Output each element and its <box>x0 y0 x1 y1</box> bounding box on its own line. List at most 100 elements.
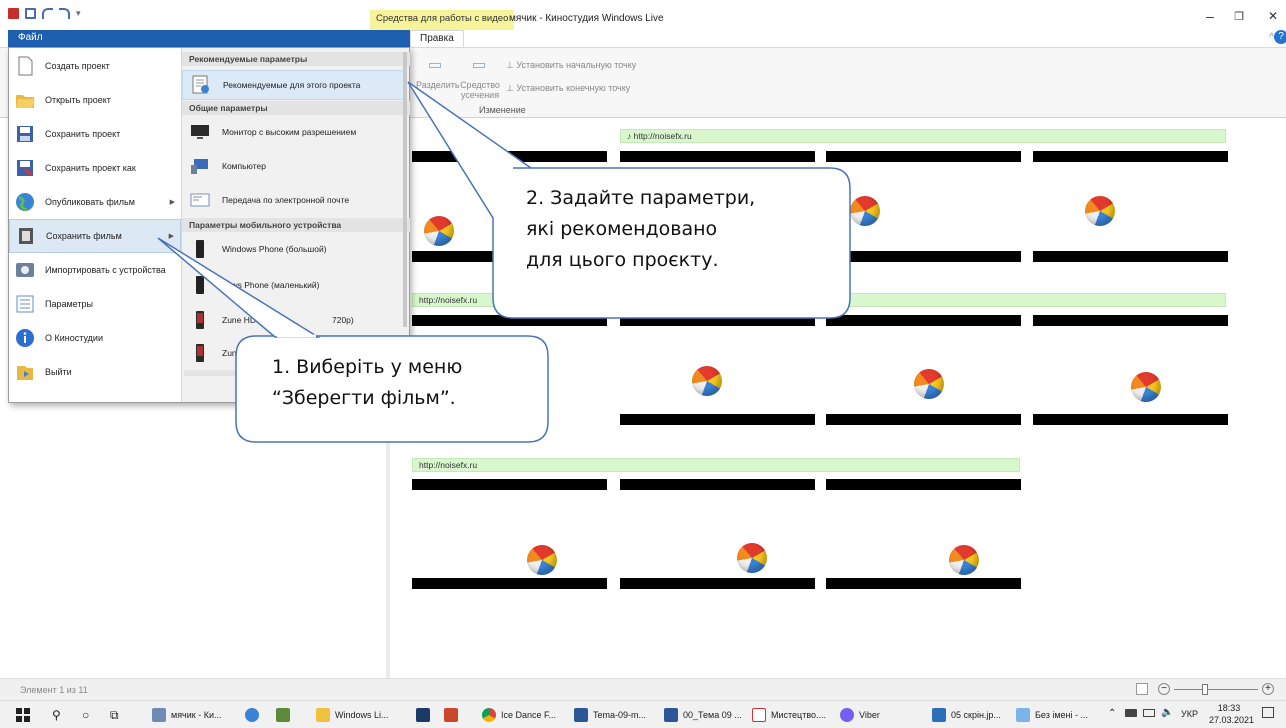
menu-item-publish-movie[interactable]: Опубликовать фильм ▶ <box>9 185 181 219</box>
tray-overflow-icon[interactable]: ⌃ <box>1108 708 1116 719</box>
task-view-icon[interactable]: ⧉ <box>110 707 119 723</box>
option-email[interactable]: Передача по электронной почте <box>182 185 406 215</box>
battery-icon[interactable] <box>1143 709 1155 717</box>
split-button[interactable]: Разделить <box>416 60 460 90</box>
video-clip[interactable] <box>826 315 1021 326</box>
video-clip[interactable] <box>1033 414 1228 425</box>
video-clip[interactable] <box>620 479 815 490</box>
taskbar-item-windows-live[interactable]: Windows Li... <box>316 707 389 723</box>
video-clip[interactable] <box>826 578 1021 589</box>
volume-icon[interactable]: 🔈 <box>1161 707 1173 718</box>
menu-item-save-project[interactable]: Сохранить проект <box>9 117 181 151</box>
taskbar-item-word-2[interactable]: 00_Тема 09 ... <box>664 707 742 723</box>
file-menu: Создать проект Открыть проект Сохранить … <box>8 47 410 403</box>
zoom-in-icon[interactable]: + <box>1262 683 1274 695</box>
option-computer[interactable]: Компьютер <box>182 151 406 181</box>
open-folder-icon <box>16 95 35 108</box>
option-windows-phone-large[interactable]: Windows Phone (большой) <box>182 234 406 264</box>
minimize-button[interactable]: – <box>1200 8 1220 24</box>
menu-item-about[interactable]: О Киностудии <box>9 321 181 355</box>
taskbar-item-image[interactable]: 05 скрін.jp... <box>932 707 1001 723</box>
redo-icon[interactable] <box>59 8 70 19</box>
option-hd-monitor[interactable]: Монитор с высоким разрешением <box>182 117 406 147</box>
video-clip[interactable] <box>412 578 607 589</box>
callout-step2-text: 2. Задайте параметри, які рекомендовано … <box>526 183 755 276</box>
context-tab-video-tools: Средства для работы с видео <box>370 10 515 30</box>
clock[interactable]: 18:33 27.03.2021 <box>1209 702 1254 726</box>
save-icon[interactable] <box>25 8 36 19</box>
video-clip[interactable] <box>826 251 1021 262</box>
video-clip[interactable] <box>620 578 815 589</box>
video-clip[interactable] <box>412 315 607 326</box>
video-clip[interactable] <box>620 151 815 162</box>
ball-thumbnail <box>1085 196 1115 226</box>
menu-item-new-project[interactable]: Создать проект <box>9 49 181 83</box>
file-menu-commands: Создать проект Открыть проект Сохранить … <box>9 48 181 402</box>
video-clip[interactable] <box>412 151 607 162</box>
taskbar-item-chrome[interactable]: Ice Dance F... <box>482 707 556 723</box>
maximize-button[interactable]: ❐ <box>1229 10 1249 23</box>
option-zune-hd[interactable]: Zune HD 720p) <box>182 305 406 335</box>
set-end-point-button[interactable]: ⊥ Установить конечную точку <box>506 83 630 93</box>
option-windows-phone-small[interactable]: dows Phone (маленький) <box>182 270 406 300</box>
video-clip[interactable] <box>620 315 815 326</box>
menu-item-exit[interactable]: Выйти <box>9 355 181 389</box>
option-recommended-for-project[interactable]: Рекомендуемые для этого проекта <box>182 70 406 100</box>
video-clip[interactable] <box>1033 251 1228 262</box>
video-clip[interactable] <box>826 414 1021 425</box>
taskbar-item-powerpoint[interactable] <box>444 707 463 723</box>
undo-icon[interactable] <box>42 8 53 19</box>
audio-track[interactable]: http://noisefx.ru <box>412 458 1020 472</box>
tab-edit[interactable]: Правка <box>410 30 464 47</box>
word-icon <box>574 708 588 722</box>
taskbar-item-calculator[interactable] <box>276 707 295 723</box>
menu-item-import-device[interactable]: Импортировать с устройства <box>9 253 181 287</box>
trim-label-1: Средство <box>460 80 500 90</box>
help-icon[interactable]: ? <box>1274 30 1286 44</box>
notifications-icon[interactable] <box>1262 707 1274 718</box>
taskbar-item-viber[interactable]: Viber <box>840 707 880 723</box>
taskbar-item-movie-maker[interactable]: мячик - Ки... <box>152 707 221 723</box>
video-clip[interactable] <box>1033 151 1228 162</box>
trim-label-2: усечения <box>460 90 500 100</box>
zoom-out-icon[interactable]: − <box>1158 683 1170 695</box>
option-label: dows Phone (маленький) <box>222 280 320 290</box>
taskbar-item-pdf[interactable]: Мистецтво.... <box>752 707 826 723</box>
taskbar-item-paint[interactable]: Без імені - ... <box>1016 707 1088 723</box>
video-clip[interactable] <box>620 414 815 425</box>
video-clip[interactable] <box>1033 315 1228 326</box>
app-menu-icon[interactable] <box>8 8 19 19</box>
close-button[interactable]: ✕ <box>1263 9 1283 23</box>
language-indicator[interactable]: УКР <box>1181 709 1198 719</box>
menu-item-open-project[interactable]: Открыть проект <box>9 83 181 117</box>
taskbar-item-photoshop[interactable] <box>416 707 435 723</box>
tab-file[interactable]: Файл <box>8 30 410 47</box>
zoom-slider-track[interactable] <box>1174 689 1258 690</box>
email-icon <box>190 193 210 207</box>
taskbar-item-word-1[interactable]: Tema-09-m... <box>574 707 646 723</box>
menu-item-save-movie[interactable]: Сохранить фильм ▶ <box>9 219 181 253</box>
taskbar: ⚲ ○ ⧉ мячик - Ки... Windows Li... Ice Da… <box>0 700 1286 728</box>
start-button[interactable] <box>16 707 30 723</box>
zoom-slider-thumb[interactable] <box>1202 684 1208 695</box>
network-icon[interactable] <box>1125 709 1137 717</box>
set-start-point-button[interactable]: ⊥ Установить начальную точку <box>506 60 636 70</box>
word-icon <box>664 708 678 722</box>
section-header-mobile: Параметры мобильного устройства <box>182 218 410 232</box>
video-clip[interactable] <box>412 479 607 490</box>
trim-tool-button[interactable]: Средство усечения <box>460 60 500 100</box>
audio-track[interactable]: http://noisefx.ru <box>412 293 1226 307</box>
video-clip[interactable] <box>826 479 1021 490</box>
menu-item-options[interactable]: Параметры <box>9 287 181 321</box>
submenu-scroll-thumb[interactable] <box>403 52 407 327</box>
menu-item-save-project-as[interactable]: Сохранить проект как <box>9 151 181 185</box>
cortana-icon[interactable]: ○ <box>82 707 89 723</box>
taskbar-item-app[interactable] <box>245 707 264 723</box>
storyboard-view-icon[interactable] <box>1136 683 1148 695</box>
ball-thumbnail <box>424 216 454 246</box>
customize-toolbar-icon[interactable]: ▾ <box>76 8 81 19</box>
video-clip[interactable] <box>826 151 1021 162</box>
submenu-arrow-icon: ▶ <box>169 199 175 206</box>
audio-track[interactable]: ♪ http://noisefx.ru <box>620 129 1226 143</box>
search-icon[interactable]: ⚲ <box>52 707 61 723</box>
